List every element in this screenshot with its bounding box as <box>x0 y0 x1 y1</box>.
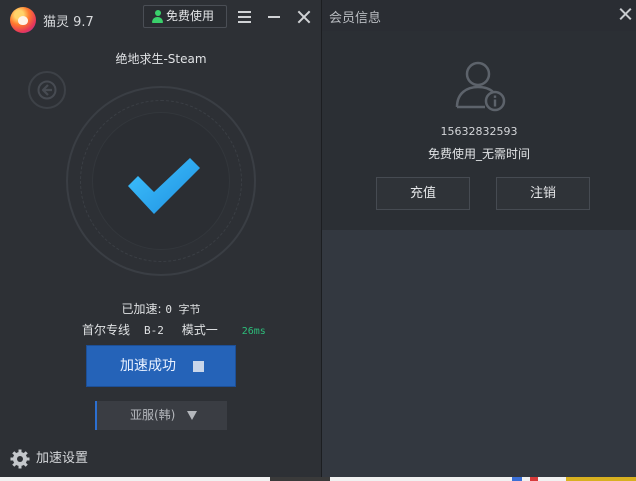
avatar-info-icon <box>455 61 506 112</box>
title-bar: 猫灵 9.7 免费使用 <box>0 0 322 34</box>
game-title: 绝地求生-Steam <box>115 52 207 66</box>
member-panel-header: 会员信息 <box>322 0 636 31</box>
back-arrow-icon <box>37 80 57 100</box>
user-icon <box>152 10 163 23</box>
stop-icon <box>193 361 204 372</box>
region-label: 亚服(韩) <box>130 408 176 422</box>
settings-button[interactable]: 加速设置 <box>10 449 88 469</box>
traffic-label: 已加速: <box>121 302 162 316</box>
free-use-button[interactable]: 免费使用 <box>143 5 227 28</box>
close-icon[interactable] <box>295 8 313 26</box>
mode-label: 模式一 <box>181 323 218 337</box>
member-close-icon[interactable] <box>618 6 634 22</box>
recharge-button[interactable]: 充值 <box>376 177 470 210</box>
member-plan: 免费使用_无需时间 <box>427 147 530 161</box>
member-panel: 会员信息 15632832593 免费使用_无需时间 充值 注销 <box>322 0 636 477</box>
server-code: B-2 <box>144 324 164 337</box>
desktop-strip <box>0 477 636 481</box>
accelerate-label: 加速成功 <box>120 358 176 374</box>
region-select[interactable]: 亚服(韩) <box>95 401 227 430</box>
logout-button[interactable]: 注销 <box>496 177 590 210</box>
dropdown-arrow-icon <box>187 411 197 420</box>
member-card: 15632832593 免费使用_无需时间 充值 注销 <box>322 31 636 230</box>
free-use-label: 免费使用 <box>166 9 215 23</box>
app-logo-icon <box>10 7 36 33</box>
server-name: 首尔专线 <box>82 323 131 337</box>
traffic-info: 已加速: 0 字节 <box>0 300 322 317</box>
menu-icon[interactable] <box>236 8 254 26</box>
route-info: 首尔专线 B-2 模式一 26ms <box>82 321 266 338</box>
member-panel-title: 会员信息 <box>329 11 382 26</box>
status-dial <box>66 86 256 276</box>
gear-icon <box>10 449 30 469</box>
settings-label: 加速设置 <box>36 451 89 466</box>
accelerate-button[interactable]: 加速成功 <box>86 345 236 387</box>
checkmark-icon <box>128 158 200 214</box>
traffic-value: 0 字节 <box>165 303 201 316</box>
member-phone: 15632832593 <box>440 125 518 138</box>
main-panel: 猫灵 9.7 免费使用 绝地求生-Steam 已加速: 0 字节 首尔专线 B-… <box>0 0 322 477</box>
ping-value: 26ms <box>241 326 266 337</box>
back-button[interactable] <box>28 71 66 109</box>
app-title: 猫灵 9.7 <box>43 15 94 30</box>
minimize-icon[interactable] <box>266 8 284 26</box>
